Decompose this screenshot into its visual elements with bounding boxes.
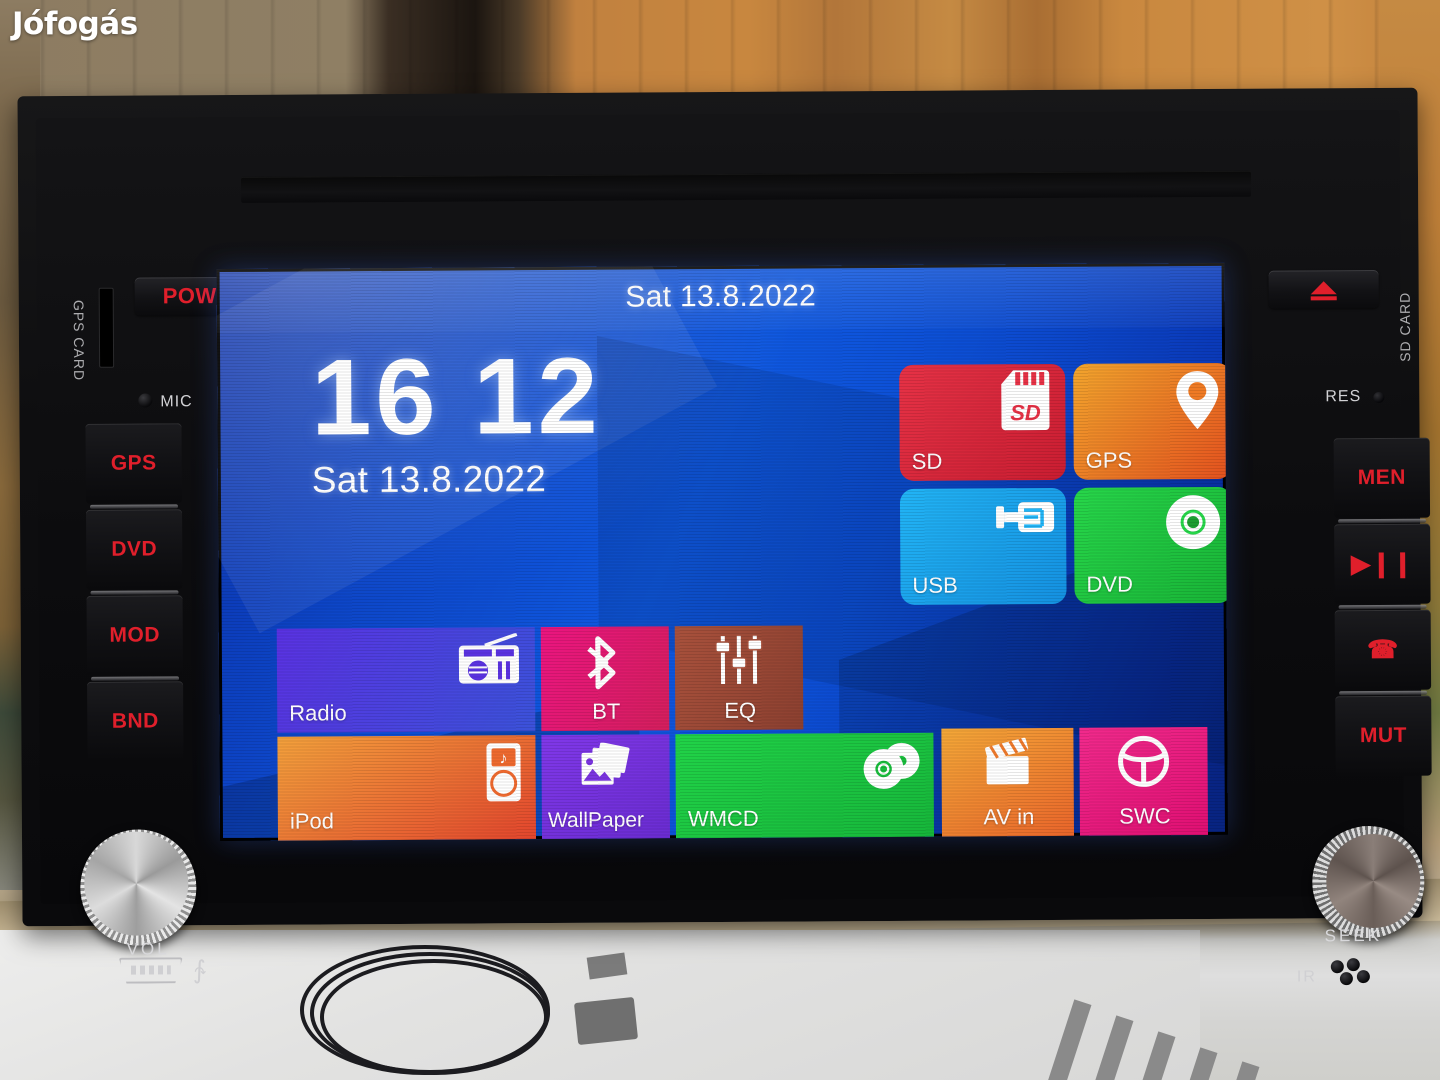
gps-button[interactable]: GPS xyxy=(85,423,182,504)
volume-knob-cap xyxy=(83,831,189,936)
ir-label: IR xyxy=(1296,968,1317,986)
volume-knob[interactable] xyxy=(79,829,197,946)
seek-knob-cap xyxy=(1326,833,1421,929)
tile-sd-label: SD xyxy=(911,448,943,474)
clock-date: Sat 13.8.2022 xyxy=(311,457,547,501)
usb-icon xyxy=(994,488,1066,544)
seek-knob[interactable] xyxy=(1311,825,1425,939)
photos-icon xyxy=(577,735,633,795)
tile-eq-label: EQ xyxy=(724,697,757,723)
clapperboard-icon xyxy=(980,728,1034,788)
lcd-touchscreen[interactable]: Sat 13.8.2022 16 12 Sat 13.8.2022 SD SD … xyxy=(216,262,1229,842)
clock-widget: 16 12 Sat 13.8.2022 xyxy=(310,334,602,501)
right-button-column: MEN ▶❙❙ ☎ MUT xyxy=(1333,437,1432,783)
left-button-column: GPS DVD MOD BND xyxy=(85,423,184,768)
eject-button[interactable] xyxy=(1268,269,1379,309)
tile-ipod-label: iPod xyxy=(289,808,335,834)
disc-slot[interactable] xyxy=(240,170,1252,203)
steering-wheel-icon xyxy=(1115,727,1171,787)
photo-scene: Jófogás POW GPS CARD SD CARD MIC RES GPS… xyxy=(0,0,1440,1080)
mini-usb-port[interactable] xyxy=(119,957,183,983)
phone-hangup-button[interactable]: ☎ xyxy=(1334,609,1432,691)
tile-gps[interactable]: GPS xyxy=(1073,362,1229,480)
clock-time: 16 12 xyxy=(310,334,602,458)
bluetooth-icon xyxy=(586,627,624,691)
tile-bt-label: BT xyxy=(592,698,621,724)
radio-icon xyxy=(455,627,535,687)
tile-avin-label: AV in xyxy=(983,804,1035,830)
svg-text:SD: SD xyxy=(1010,400,1041,425)
gps-button-label: GPS xyxy=(110,451,157,475)
tile-bt[interactable]: BT xyxy=(540,626,670,732)
gps-card-slot[interactable] xyxy=(98,287,115,368)
sd-card-slot-label: SD CARD xyxy=(1396,291,1414,362)
mute-button[interactable]: MUT xyxy=(1335,695,1432,777)
tile-radio[interactable]: Radio xyxy=(276,627,536,733)
cable-connector xyxy=(573,996,639,1046)
tile-wallpaper[interactable]: WallPaper xyxy=(541,734,671,840)
play-pause-icon: ▶❙❙ xyxy=(1350,549,1414,578)
tile-wmcd-label: WMCD xyxy=(687,805,759,832)
dvd-button-label: DVD xyxy=(111,537,158,561)
tile-radio-label: Radio xyxy=(289,700,347,726)
menu-button-label: MEN xyxy=(1357,465,1406,490)
eject-icon-bar xyxy=(1310,296,1337,301)
tile-swc[interactable]: SWC xyxy=(1079,727,1209,836)
volume-knob-label: VOL xyxy=(126,939,170,959)
reset-label: RES xyxy=(1325,388,1362,406)
gps-card-slot-label: GPS CARD xyxy=(70,299,88,382)
printed-strips xyxy=(1046,999,1440,1080)
eject-icon xyxy=(1310,281,1337,295)
play-pause-button[interactable]: ▶❙❙ xyxy=(1334,523,1431,605)
tile-swc-label: SWC xyxy=(1119,803,1171,829)
cable-loop xyxy=(320,959,548,1075)
tile-wmcd[interactable]: WMCD xyxy=(675,732,935,839)
power-button-label: POW xyxy=(162,283,217,309)
sd-card-icon: SD xyxy=(999,364,1065,432)
mod-button-label: MOD xyxy=(109,623,161,647)
dvd-button[interactable]: DVD xyxy=(86,509,183,590)
mod-button[interactable]: MOD xyxy=(86,595,184,676)
map-pin-icon xyxy=(1173,363,1228,431)
microphone-hole xyxy=(138,393,153,408)
reset-hole[interactable] xyxy=(1373,391,1385,404)
svg-text:♪: ♪ xyxy=(499,750,507,767)
unit-front-face: POW GPS CARD SD CARD MIC RES GPS DVD MOD… xyxy=(35,109,1432,985)
equalizer-icon xyxy=(715,626,763,686)
mute-button-label: MUT xyxy=(1359,723,1407,748)
ir-receiver xyxy=(1330,958,1375,988)
tile-eq[interactable]: EQ xyxy=(674,625,804,731)
status-bar-date: Sat 13.8.2022 xyxy=(625,279,817,314)
usb-icon: ∱ xyxy=(192,956,206,985)
menu-button[interactable]: MEN xyxy=(1333,437,1431,519)
tile-dvd[interactable]: DVD xyxy=(1073,486,1229,604)
tile-gps-label: GPS xyxy=(1085,447,1133,473)
seek-knob-label: SEEK xyxy=(1324,925,1383,946)
ipod-icon: ♪ xyxy=(481,735,535,803)
mic-label: MIC xyxy=(160,393,193,411)
tile-usb[interactable]: USB xyxy=(899,487,1067,605)
disc-icon xyxy=(1164,487,1228,551)
tile-dvd-label: DVD xyxy=(1086,571,1134,597)
tile-sd[interactable]: SD SD xyxy=(899,363,1066,481)
tile-avin[interactable]: AV in xyxy=(941,727,1075,837)
bnd-button-label: BND xyxy=(111,709,159,733)
site-watermark: Jófogás xyxy=(12,6,138,42)
tile-wallpaper-label: WallPaper xyxy=(547,808,645,833)
bnd-button[interactable]: BND xyxy=(87,681,184,762)
tile-ipod[interactable]: ♪ iPod xyxy=(277,735,537,841)
car-stereo-unit: POW GPS CARD SD CARD MIC RES GPS DVD MOD… xyxy=(17,87,1432,985)
tile-usb-label: USB xyxy=(912,572,958,598)
phone-icon: ☎ xyxy=(1366,635,1399,664)
discs-icon xyxy=(861,733,933,795)
